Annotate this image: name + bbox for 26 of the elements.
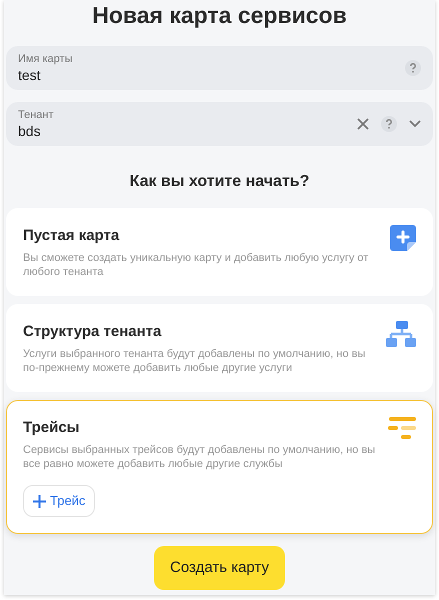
help-icon[interactable] [381, 116, 397, 132]
option-description: Вы сможете создать уникальную карту и добавить любую услугу от любого тенанта [23, 251, 370, 279]
field-value: bds [18, 122, 42, 140]
add-trace-button[interactable]: Трейс [23, 485, 96, 517]
option-title: Пустая карта [23, 226, 120, 246]
chevron-down-icon[interactable] [409, 120, 421, 128]
option-card[interactable]: Пустая карта Вы сможете создать уникальную карту и добавить любую услугу от любого тенанта [6, 208, 433, 296]
create-map-button[interactable]: Создать карту [154, 546, 285, 590]
dialog-title: Новая карта сервисов [91, 1, 348, 30]
field-value: test [18, 66, 42, 84]
input-field[interactable]: Имя карты test [6, 46, 433, 90]
option-description: Услуги выбранного тенанта будут добавлены по умолчанию, но вы по-прежнему можете добавить любые другие услуги [23, 347, 366, 375]
field-label: Имя карты [18, 52, 74, 66]
option-title: Трейсы [23, 418, 80, 438]
option-card[interactable]: Структура тенанта Услуги выбранного тенанта будут добавлены по умолчанию, но вы по-прежнему можете добавить любые другие услуги [6, 304, 433, 392]
help-icon[interactable] [405, 60, 421, 76]
option-card[interactable]: Трейсы Сервисы выбранных трейсов будут добавлены по умолчанию, но вы все равно можете добавить любые другие службы Трейс [6, 400, 433, 534]
close-icon[interactable] [357, 118, 369, 130]
section-heading: Как вы хотите начать? [128, 172, 310, 192]
plus-icon [33, 494, 46, 508]
input-field[interactable]: Тенант bds [6, 102, 433, 146]
option-description: Сервисы выбранных трейсов будут добавлены по умолчанию, но вы все равно можете добавить любые другие службы [23, 443, 376, 471]
field-label: Тенант [18, 108, 55, 122]
hierarchy-icon [386, 321, 416, 347]
trace-lines-icon [388, 417, 416, 441]
option-title: Структура тенанта [23, 322, 162, 342]
